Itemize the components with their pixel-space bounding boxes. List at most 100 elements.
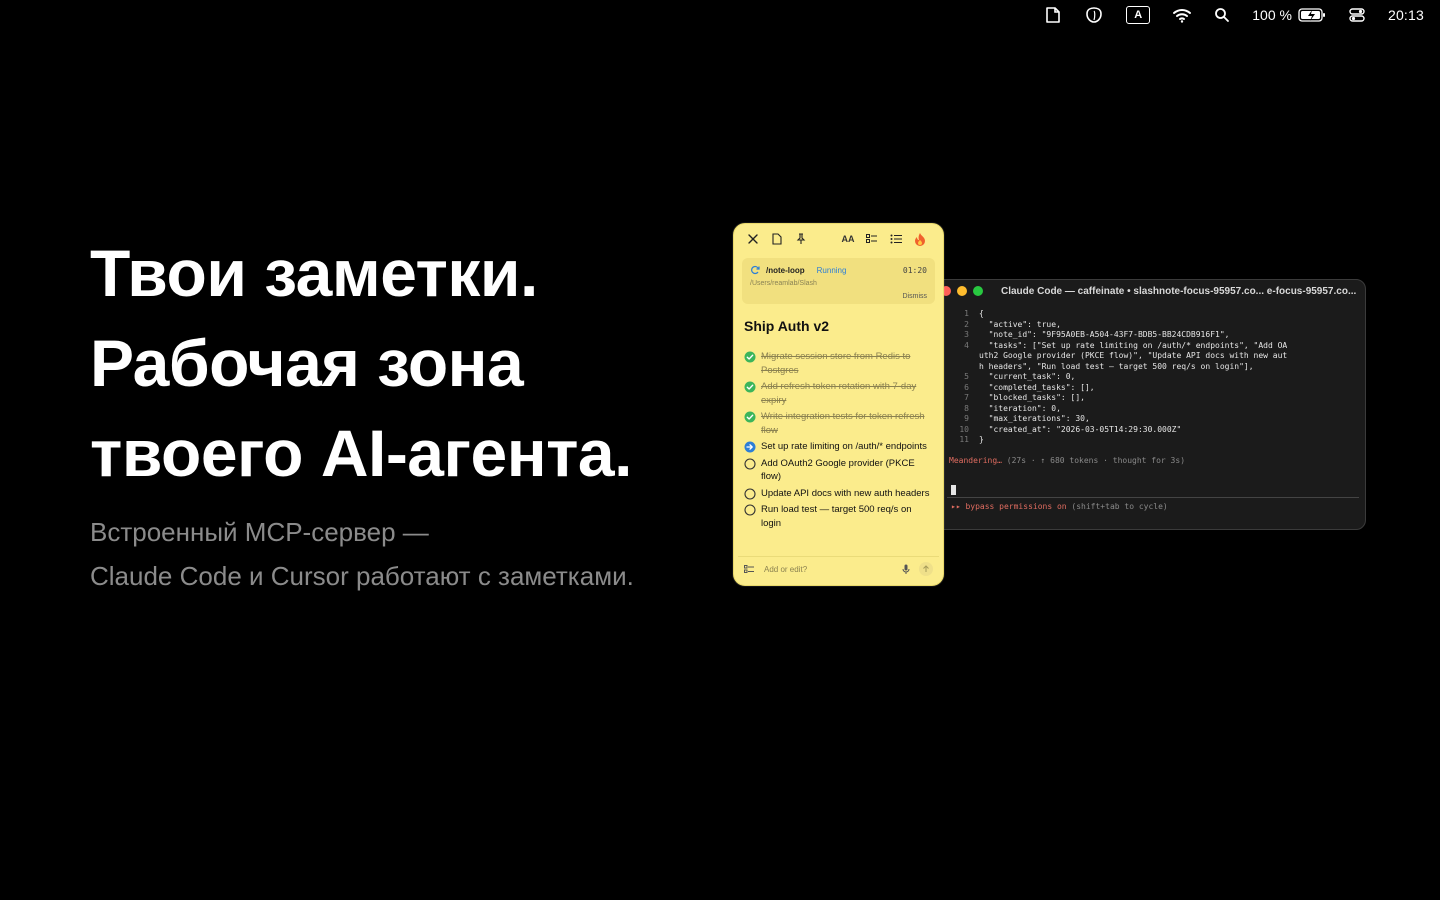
code-line: 11}: [947, 435, 1365, 446]
in-progress-arrow-icon[interactable]: [744, 440, 756, 453]
close-icon[interactable]: [744, 230, 762, 248]
input-source-label: A: [1126, 6, 1151, 24]
checklist-icon[interactable]: [863, 230, 881, 248]
battery-status[interactable]: 100 %: [1252, 0, 1326, 30]
loop-command: /note-loop: [766, 265, 805, 275]
line-number: 6: [964, 382, 969, 392]
note-icon[interactable]: [1044, 0, 1062, 30]
shield-icon[interactable]: [1084, 0, 1104, 30]
bypass-hint: (shift+tab to cycle): [1066, 501, 1168, 511]
code-line: 6 "completed_tasks": [],: [947, 383, 1365, 394]
line-number: 1: [964, 309, 969, 318]
add-edit-input[interactable]: Add or edit?: [764, 565, 893, 574]
empty-circle-icon[interactable]: [744, 503, 756, 516]
menu-clock[interactable]: 20:13: [1388, 0, 1424, 30]
control-center-icon[interactable]: [1348, 0, 1366, 30]
dismiss-button[interactable]: Dismiss: [903, 293, 928, 300]
task-text[interactable]: Add refresh token rotation with 7-day ex…: [761, 380, 933, 407]
checked-circle-icon[interactable]: [744, 380, 756, 393]
pin-icon[interactable]: [792, 230, 810, 248]
permissions-hint: ▸▸ bypass permissions on (shift+tab to c…: [931, 498, 1365, 511]
line-number: 5: [964, 372, 969, 381]
loop-status-label: Running: [816, 265, 847, 275]
line-number: 11: [959, 435, 969, 444]
hero-subtitle: Встроенный MCP-сервер — Claude Code и Cu…: [90, 510, 634, 598]
task-text[interactable]: Update API docs with new auth headers: [761, 487, 933, 501]
code-text: "iteration": 0,: [979, 403, 1061, 413]
note-title[interactable]: Ship Auth v2: [744, 318, 943, 334]
terminal-window[interactable]: Claude Code — caffeinate • slashnote-foc…: [930, 279, 1366, 530]
hero-heading: Твои заметки. Рабочая зона твоего AI-аге…: [90, 228, 632, 498]
code-line: 4 "tasks": ["Set up rate limiting on /au…: [947, 341, 1365, 352]
code-line: 9 "max_iterations": 30,: [947, 414, 1365, 425]
code-line: 3 "note_id": "9F95A0EB-A504-43F7-BDB5-BB…: [947, 330, 1365, 341]
line-number: [947, 362, 979, 373]
empty-circle-icon[interactable]: [744, 457, 756, 470]
line-number: 3: [964, 330, 969, 339]
terminal-title: Claude Code — caffeinate • slashnote-foc…: [1001, 285, 1357, 297]
code-line: 5 "current_task": 0,: [947, 372, 1365, 383]
code-line: 7 "blocked_tasks": [],: [947, 393, 1365, 404]
terminal-titlebar: Claude Code — caffeinate • slashnote-foc…: [931, 280, 1365, 302]
wifi-icon[interactable]: [1172, 0, 1192, 30]
microphone-icon[interactable]: [899, 562, 913, 576]
task-item[interactable]: Run load test — target 500 req/s on logi…: [744, 503, 943, 530]
checked-circle-icon[interactable]: [744, 350, 756, 363]
hero-subtitle-line-1: Встроенный MCP-сервер —: [90, 517, 429, 547]
menu-bar: A 100 % 20:13: [0, 0, 1440, 30]
empty-circle-icon[interactable]: [744, 487, 756, 500]
line-number: 2: [964, 319, 969, 329]
document-icon[interactable]: [768, 230, 786, 248]
hero-line-2: Рабочая зона: [90, 326, 524, 400]
task-text[interactable]: Add OAuth2 Google provider (PKCE flow): [761, 457, 933, 484]
code-line: 10 "created_at": "2026-03-05T14:29:30.00…: [947, 425, 1365, 436]
line-number: [947, 351, 979, 362]
task-item[interactable]: Migrate session store from Redis to Post…: [744, 350, 943, 377]
task-text[interactable]: Set up rate limiting on /auth/* endpoint…: [761, 440, 933, 454]
task-list: Migrate session store from Redis to Post…: [744, 350, 943, 530]
code-text: uth2 Google provider (PKCE flow)", "Upda…: [979, 351, 1288, 360]
code-line: 2 "active": true,: [947, 320, 1365, 331]
minimize-window-button[interactable]: [957, 286, 967, 296]
code-line: 8 "iteration": 0,: [947, 404, 1365, 415]
loop-status-card: /note-loop Running 01:20 /Users/reamlab/…: [742, 258, 935, 304]
code-text: "max_iterations": 30,: [979, 414, 1090, 423]
search-icon[interactable]: [1214, 0, 1230, 30]
note-window[interactable]: AA /note-loop Running 01:20 /Users/reaml…: [733, 223, 944, 586]
task-item[interactable]: Add refresh token rotation with 7-day ex…: [744, 380, 943, 407]
code-line: h headers", "Run load test — target 500 …: [947, 362, 1365, 373]
send-icon[interactable]: [919, 562, 933, 576]
note-input-bar[interactable]: Add or edit?: [738, 556, 939, 581]
task-item[interactable]: Update API docs with new auth headers: [744, 487, 943, 501]
terminal-cursor: [951, 484, 956, 495]
list-icon[interactable]: [887, 230, 905, 248]
task-item[interactable]: Set up rate limiting on /auth/* endpoint…: [744, 440, 943, 454]
loop-timer: 01:20: [902, 266, 927, 275]
task-text[interactable]: Run load test — target 500 req/s on logi…: [761, 503, 933, 530]
code-text: }: [979, 435, 984, 444]
line-number: 7: [964, 393, 969, 402]
zoom-window-button[interactable]: [973, 286, 983, 296]
font-size-button[interactable]: AA: [839, 230, 857, 248]
code-text: h headers", "Run load test — target 500 …: [979, 361, 1254, 371]
code-text: "current_task": 0,: [979, 372, 1076, 381]
task-text[interactable]: Write integration tests for token refres…: [761, 410, 933, 437]
checklist-toggle-icon[interactable]: [744, 564, 754, 574]
task-item[interactable]: Write integration tests for token refres…: [744, 410, 943, 437]
hero-line-3: твоего AI-агента.: [90, 416, 632, 490]
task-item[interactable]: Add OAuth2 Google provider (PKCE flow): [744, 457, 943, 484]
code-text: "active": true,: [979, 319, 1061, 329]
keyboard-input-icon[interactable]: A: [1126, 0, 1151, 30]
code-text: "created_at": "2026-03-05T14:29:30.000Z": [979, 424, 1182, 434]
checked-circle-icon[interactable]: [744, 410, 756, 423]
status-details: (27s · ↑ 680 tokens · thought for 3s): [1001, 455, 1186, 465]
json-output: 1{2 "active": true, 3 "note_id": "9F95A0E…: [931, 302, 1365, 446]
bypass-warning: ▸▸ bypass permissions on: [951, 501, 1067, 511]
status-word: Meandering…: [949, 455, 1002, 465]
loop-path: /Users/reamlab/Slash: [750, 280, 817, 287]
task-text[interactable]: Migrate session store from Redis to Post…: [761, 350, 933, 377]
code-line: uth2 Google provider (PKCE flow)", "Upda…: [947, 351, 1365, 362]
line-number: 10: [959, 424, 969, 434]
code-text: "tasks": ["Set up rate limiting on /auth…: [979, 340, 1288, 350]
flame-icon[interactable]: [911, 230, 929, 248]
